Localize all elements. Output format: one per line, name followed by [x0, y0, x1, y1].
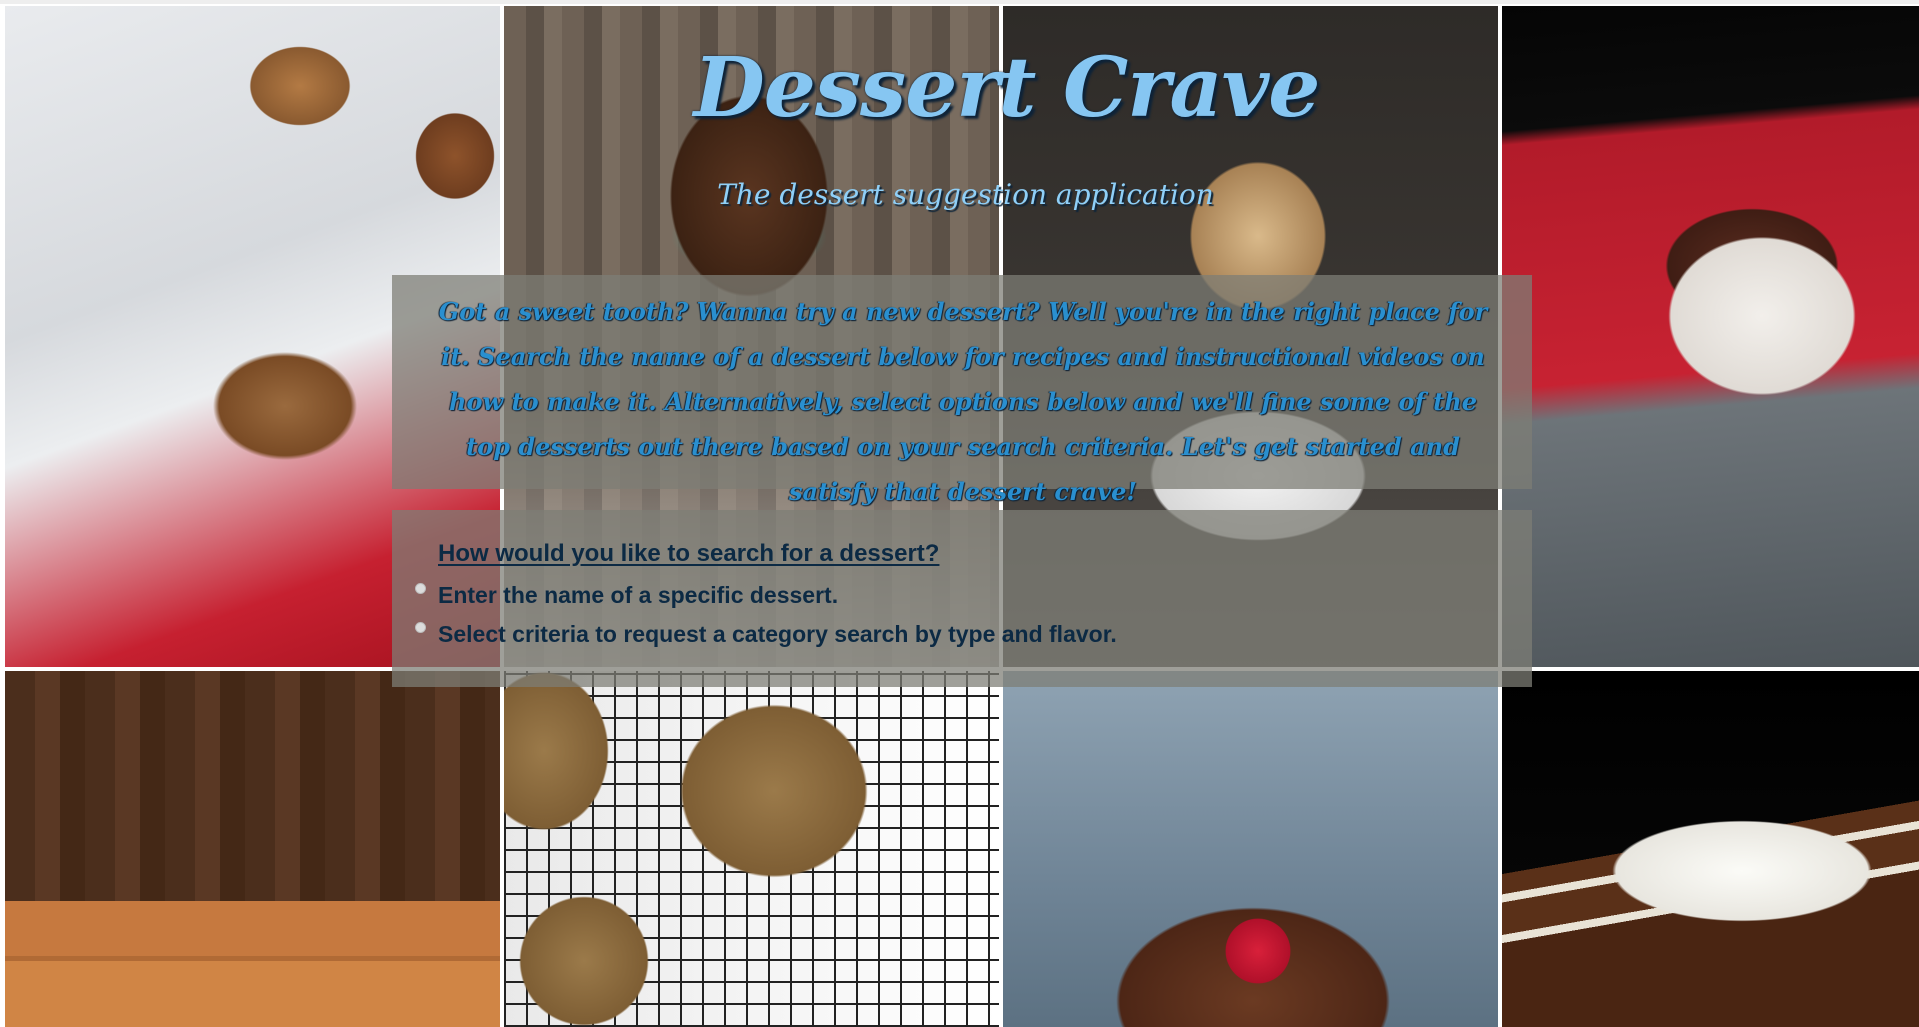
search-option-label: Enter the name of a specific dessert.: [438, 582, 839, 608]
search-options-list: Enter the name of a specific dessert. Se…: [415, 576, 1487, 654]
search-options-panel: How would you like to search for a desse…: [392, 510, 1532, 687]
intro-text: Got a sweet tooth? Wanna try a new desse…: [438, 297, 1488, 506]
search-option-label: Select criteria to request a category se…: [438, 621, 1117, 647]
photo-oatmeal-cookies: [504, 671, 999, 1027]
search-option-by-name[interactable]: Enter the name of a specific dessert.: [415, 576, 1487, 615]
page: Dessert Crave The dessert suggestion app…: [0, 0, 1919, 1027]
page-title: Dessert Crave: [0, 40, 1919, 136]
bullet-icon: [415, 622, 426, 633]
page-subtitle-text: The dessert suggestion application: [717, 178, 1214, 211]
photo-chocolate-pudding: [1003, 671, 1498, 1027]
bullet-icon: [415, 583, 426, 594]
photo-cake-slice: [1502, 671, 1919, 1027]
search-options-heading-link[interactable]: How would you like to search for a desse…: [438, 540, 939, 568]
photo-fudge-squares: [5, 671, 500, 1027]
search-option-by-criteria[interactable]: Select criteria to request a category se…: [415, 615, 1487, 654]
page-title-text: Dessert Crave: [693, 40, 1321, 136]
intro-panel: Got a sweet tooth? Wanna try a new desse…: [392, 275, 1532, 506]
page-subtitle: The dessert suggestion application: [0, 178, 1919, 211]
